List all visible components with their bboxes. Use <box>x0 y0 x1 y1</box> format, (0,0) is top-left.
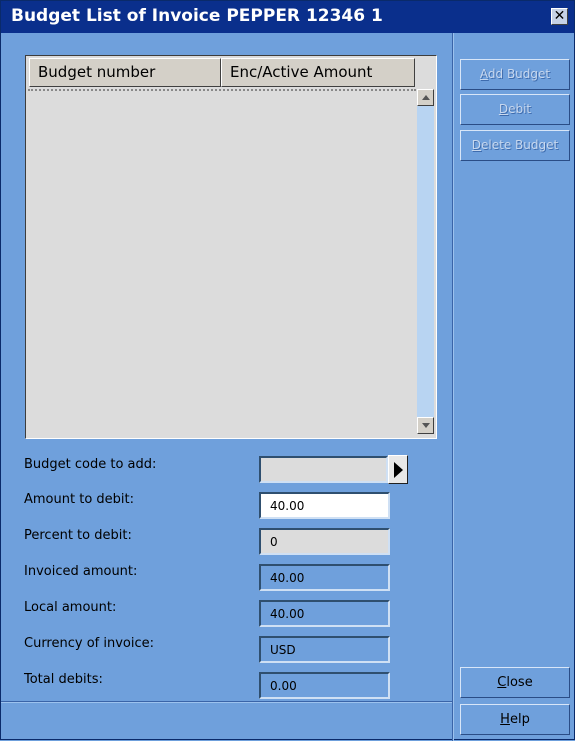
amount-to-debit-label: Amount to debit: <box>24 492 134 507</box>
local-amount-field: 40.00 <box>259 600 390 627</box>
close-mnemonic: C <box>497 675 507 690</box>
currency-label: Currency of invoice: <box>24 636 154 651</box>
debit-label: ebit <box>508 102 532 116</box>
help-button[interactable]: Help <box>460 704 570 735</box>
scroll-up-button[interactable] <box>417 89 434 106</box>
delete-budget-label: elete Budget <box>481 138 559 152</box>
help-mnemonic: H <box>500 712 510 727</box>
currency-field: USD <box>259 636 390 663</box>
column-header-budget-number[interactable]: Budget number <box>29 58 221 87</box>
debit-mnemonic: D <box>498 102 509 116</box>
budget-list-dialog: Budget List of Invoice PEPPER 12346 1 ✕ … <box>0 0 575 741</box>
scroll-down-button[interactable] <box>417 417 434 434</box>
close-label: lose <box>506 675 533 690</box>
invoiced-amount-field: 40.00 <box>259 564 390 591</box>
budget-list-rows[interactable] <box>28 89 416 436</box>
budget-code-lookup-button[interactable] <box>388 455 408 484</box>
local-amount-label: Local amount: <box>24 600 117 615</box>
debit-button[interactable]: Debit <box>460 94 570 125</box>
add-budget-mnemonic: A <box>479 67 488 81</box>
total-debits-label: Total debits: <box>24 672 103 687</box>
play-arrow-icon <box>394 462 403 478</box>
budget-code-label: Budget code to add: <box>24 457 157 472</box>
add-budget-label: dd Budget <box>487 67 551 81</box>
budget-list[interactable]: Budget number Enc/Active Amount <box>25 55 437 439</box>
delete-budget-mnemonic: D <box>471 138 482 152</box>
budget-code-field[interactable] <box>259 456 388 483</box>
title-bar[interactable]: Budget List of Invoice PEPPER 12346 1 ✕ <box>1 1 574 33</box>
invoiced-amount-label: Invoiced amount: <box>24 564 138 579</box>
dialog-title: Budget List of Invoice PEPPER 12346 1 <box>11 6 383 26</box>
add-budget-button[interactable]: Add Budget <box>460 59 570 90</box>
close-icon[interactable]: ✕ <box>551 8 568 25</box>
arrow-down-icon <box>422 423 430 428</box>
arrow-up-icon <box>422 95 430 100</box>
total-debits-field: 0.00 <box>259 672 390 699</box>
help-label: elp <box>509 712 530 727</box>
percent-to-debit-input[interactable]: 0 <box>259 528 390 555</box>
percent-to-debit-label: Percent to debit: <box>24 528 132 543</box>
vertical-scrollbar[interactable] <box>417 89 434 434</box>
column-header-enc-active-amount[interactable]: Enc/Active Amount <box>221 58 415 87</box>
button-panel-divider <box>452 33 454 741</box>
delete-budget-button[interactable]: Delete Budget <box>460 130 570 161</box>
close-button[interactable]: Close <box>460 667 570 698</box>
amount-to-debit-input[interactable]: 40.00 <box>259 492 390 519</box>
bottom-divider <box>1 701 452 703</box>
